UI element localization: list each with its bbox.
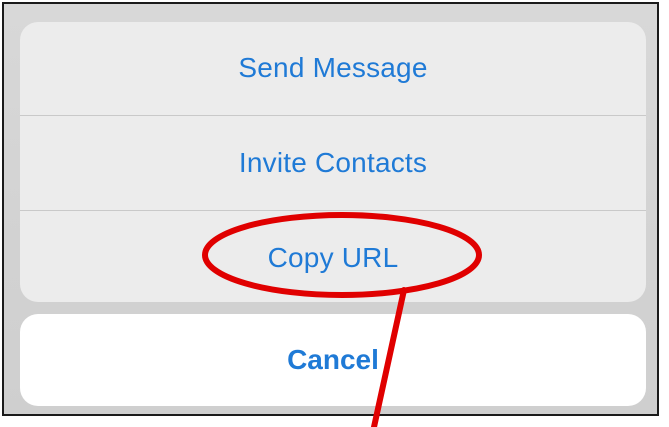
screenshot-frame: Send Message Invite Contacts Copy URL Ca… — [2, 2, 659, 416]
send-message-button[interactable]: Send Message — [20, 22, 646, 114]
invite-contacts-label: Invite Contacts — [238, 147, 428, 178]
cancel-button[interactable]: Cancel — [20, 314, 646, 406]
send-message-label: Send Message — [238, 52, 428, 83]
divider — [20, 115, 646, 116]
invite-contacts-button[interactable]: Invite Contacts — [20, 117, 646, 209]
cancel-label: Cancel — [287, 344, 379, 375]
action-sheet-group: Send Message Invite Contacts Copy URL — [20, 22, 646, 302]
divider — [20, 210, 646, 211]
copy-url-label: Copy URL — [267, 242, 399, 273]
copy-url-button[interactable]: Copy URL — [20, 212, 646, 302]
